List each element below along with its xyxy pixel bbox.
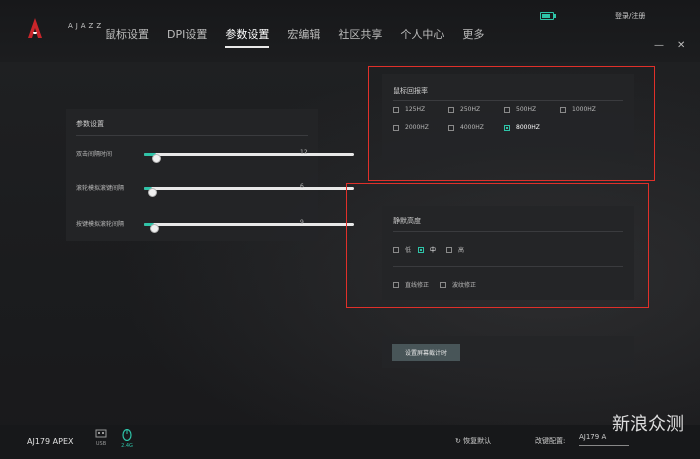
usb-icon [95, 429, 107, 438]
tab-macro-editor[interactable]: 宏编辑 [287, 26, 320, 48]
top-bar: AJAZZ 鼠标设置 DPI设置 参数设置 宏编辑 社区共享 个人中心 更多 登… [0, 0, 700, 62]
tab-mouse-settings[interactable]: 鼠标设置 [105, 26, 149, 48]
slider-thumb[interactable] [150, 224, 159, 233]
wireless-connection[interactable]: 2.4G [120, 428, 134, 449]
tab-more[interactable]: 更多 [462, 26, 484, 48]
slider-track[interactable] [144, 153, 354, 163]
tab-personal-center[interactable]: 个人中心 [400, 26, 444, 48]
divider [76, 135, 308, 136]
slider-label: 按键模拟滚轮间隔 [76, 221, 125, 228]
ajazz-logo-icon [28, 18, 42, 38]
wireless-label: 2.4G [121, 443, 133, 449]
highlight-box-silent-height [346, 183, 649, 308]
wireless-mouse-icon [122, 428, 132, 442]
slider-label: 双击间隔时间 [76, 151, 113, 158]
watermark: 新浪众测 [612, 414, 684, 435]
parameter-panel-title: 参数设置 [76, 120, 104, 128]
slider-value: 6 [300, 183, 304, 190]
brand-logo: AJAZZ [28, 18, 101, 40]
app-window: AJAZZ 鼠标设置 DPI设置 参数设置 宏编辑 社区共享 个人中心 更多 登… [0, 0, 700, 459]
config-label: 改键配置: [535, 437, 566, 445]
slider-track[interactable] [144, 187, 354, 197]
close-icon[interactable]: ✕ [677, 40, 685, 51]
slider-value: 9 [300, 219, 304, 226]
restore-icon: ↻ [455, 437, 464, 445]
login-link[interactable]: 登录/注册 [615, 11, 645, 21]
slider-thumb[interactable] [148, 188, 157, 197]
usb-label: USB [95, 441, 107, 447]
minimize-icon[interactable]: — [654, 40, 664, 51]
tab-parameter-settings[interactable]: 参数设置 [225, 26, 270, 48]
slider-label: 滚轮模拟滚键间隔 [76, 185, 125, 192]
brand-name: AJAZZ [68, 22, 105, 30]
highlight-box-report-rate [368, 66, 655, 181]
slider-wheel-key-interval: 滚轮模拟滚键间隔 6 [76, 182, 354, 197]
tab-dpi-settings[interactable]: DPI设置 [167, 26, 207, 48]
usb-connection[interactable]: USB [94, 429, 108, 447]
set-timer-button[interactable]: 设置屏幕截计时 [392, 344, 460, 361]
tab-community-share[interactable]: 社区共享 [338, 26, 382, 48]
slider-track[interactable] [144, 223, 354, 233]
slider-thumb[interactable] [152, 154, 161, 163]
slider-value: 12 [300, 149, 308, 156]
slider-key-wheel-interval: 按键模拟滚轮间隔 9 [76, 218, 354, 233]
restore-label: 恢复默认 [463, 437, 492, 445]
main-nav: 鼠标设置 DPI设置 参数设置 宏编辑 社区共享 个人中心 更多 [105, 26, 502, 48]
restore-default-button[interactable]: ↻ 恢复默认 [455, 436, 491, 446]
slider-double-click: 双击间隔时间 12 [76, 148, 354, 163]
device-name: AJ179 APEX [27, 437, 74, 446]
battery-icon [540, 12, 556, 20]
